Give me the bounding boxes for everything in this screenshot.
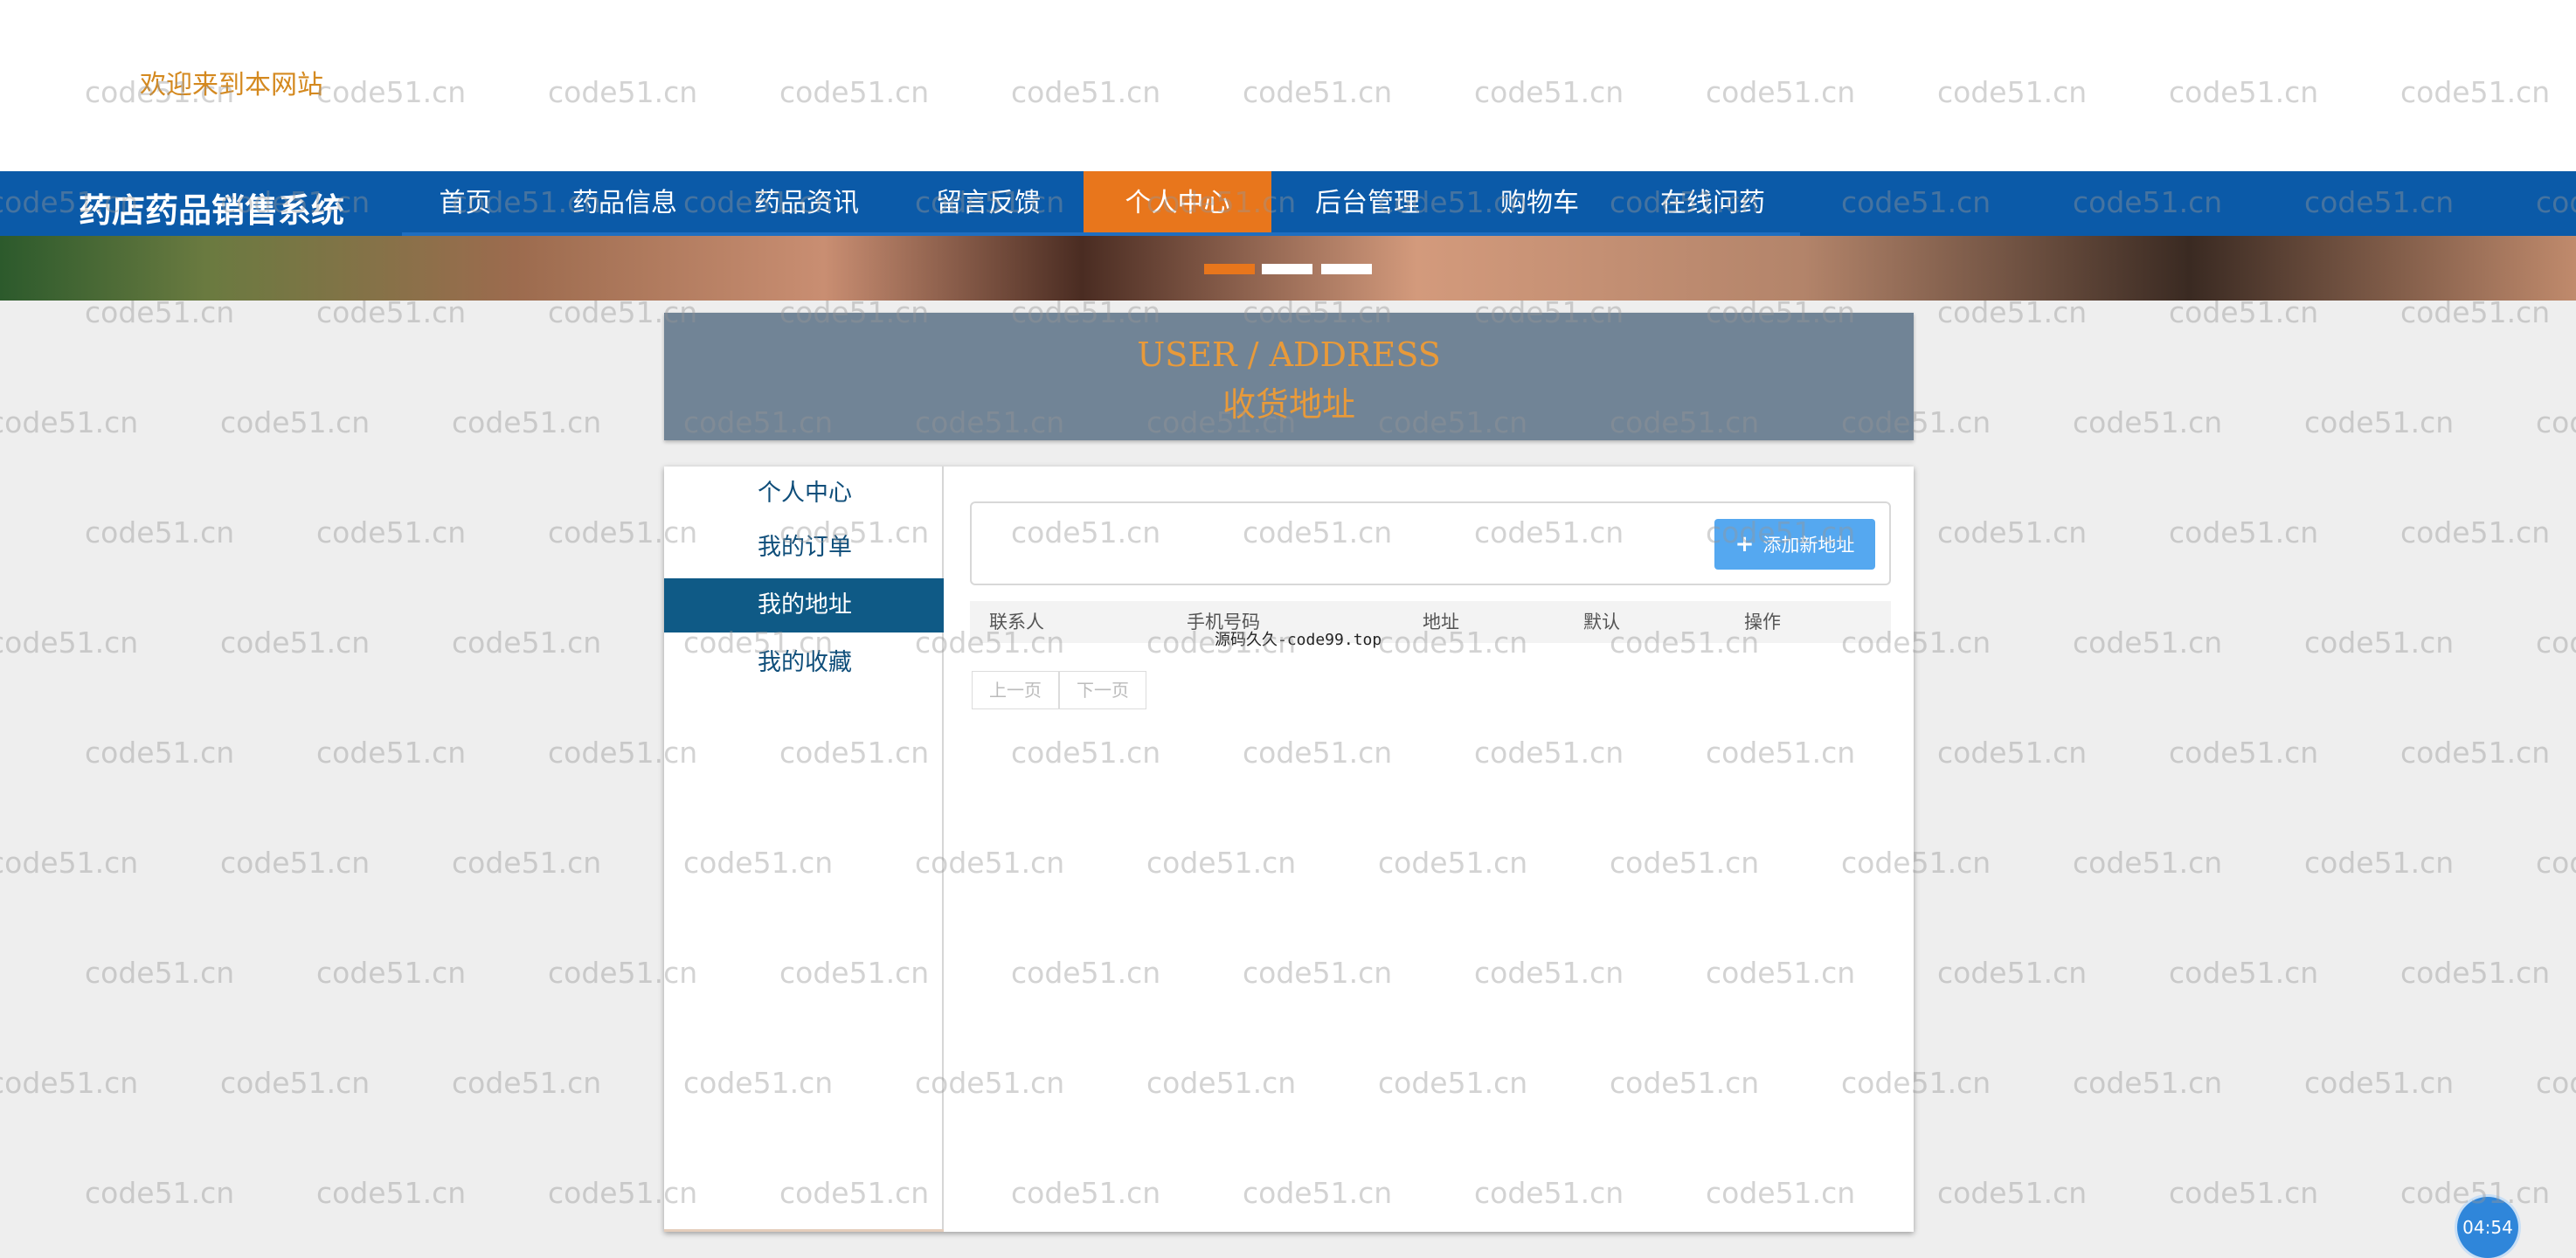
watermark-text: code51.cn: [2073, 846, 2223, 880]
watermark-text: code51.cn: [220, 626, 370, 660]
watermark-text: code51.cn: [1937, 956, 2088, 990]
user-sidebar: 个人中心 我的订单 我的地址 我的收藏: [664, 467, 944, 1232]
nav-item-admin[interactable]: 后台管理: [1285, 171, 1451, 236]
watermark-text: code51.cn: [2536, 1066, 2576, 1100]
add-address-button[interactable]: + 添加新地址: [1714, 519, 1875, 570]
col-default: 默认: [1583, 612, 1620, 632]
watermark-text: code51.cn: [1937, 515, 2088, 550]
plus-icon: +: [1735, 531, 1755, 557]
watermark-text: code51.cn: [2169, 515, 2319, 550]
watermark-text: code51.cn: [2169, 956, 2319, 990]
watermark-text: code51.cn: [85, 515, 235, 550]
top-header: 欢迎来到本网站: [0, 0, 2576, 171]
watermark-text: code51.cn: [452, 626, 602, 660]
sidebar-item-my-favorites[interactable]: 我的收藏: [664, 636, 944, 690]
watermark-text: code51.cn: [85, 956, 235, 990]
page-title-cn: 收货地址: [1222, 385, 1355, 424]
watermark-text: code51.cn: [85, 736, 235, 770]
sidebar-item-my-orders[interactable]: 我的订单: [664, 521, 944, 575]
timer-badge: 04:54: [2457, 1197, 2518, 1258]
watermark-text: code51.cn: [2304, 1066, 2455, 1100]
watermark-text: code51.cn: [1937, 1176, 2088, 1210]
col-actions: 操作: [1744, 612, 1781, 632]
watermark-text: code51.cn: [316, 515, 467, 550]
sidebar-bottom-border: [664, 1229, 944, 1232]
site-brand[interactable]: 药店药品销售系统: [79, 183, 344, 232]
sidebar-item-my-address[interactable]: 我的地址: [664, 578, 944, 632]
next-page-button[interactable]: 下一页: [1059, 671, 1146, 709]
nav-item-cart[interactable]: 购物车: [1461, 171, 1618, 236]
watermark-text: code51.cn: [1937, 736, 2088, 770]
watermark-text: code51.cn: [2400, 956, 2551, 990]
watermark-text: code51.cn: [220, 1066, 370, 1100]
col-contact: 联系人: [989, 612, 1044, 632]
carousel-dot-2[interactable]: [1262, 264, 1312, 274]
add-address-label: 添加新地址: [1762, 535, 1855, 556]
watermark-text: code51.cn: [0, 405, 139, 439]
watermark-text: code51.cn: [2073, 405, 2223, 439]
welcome-text: 欢迎来到本网站: [140, 70, 323, 100]
prev-page-button[interactable]: 上一页: [972, 671, 1059, 709]
watermark-text: code51.cn: [220, 405, 370, 439]
page-title-en: USER / ADDRESS: [1137, 335, 1441, 374]
address-table-header: 联系人 手机号码 地址 默认 操作: [970, 601, 1891, 643]
watermark-text: code51.cn: [452, 1066, 602, 1100]
watermark-text: code51.cn: [452, 846, 602, 880]
carousel-dot-3[interactable]: [1321, 264, 1372, 274]
watermark-text: code51.cn: [2400, 515, 2551, 550]
address-toolbar: + 添加新地址: [970, 501, 1891, 585]
watermark-text: code51.cn: [2073, 626, 2223, 660]
carousel-dot-1[interactable]: [1204, 264, 1255, 274]
watermark-text: code51.cn: [2304, 405, 2455, 439]
watermark-text: code51.cn: [316, 1176, 467, 1210]
banner-image: [0, 236, 2576, 301]
watermark-text: code51.cn: [0, 1066, 139, 1100]
promo-text: 源码久久-code99.top: [1215, 631, 1382, 649]
watermark-text: code51.cn: [2304, 626, 2455, 660]
watermark-text: code51.cn: [452, 405, 602, 439]
main-navbar: 药店药品销售系统 首页 药品信息 药品资讯 留言反馈 个人中心 后台管理 购物车…: [0, 171, 2576, 236]
col-address: 地址: [1423, 612, 1459, 632]
watermark-text: code51.cn: [0, 846, 139, 880]
watermark-text: code51.cn: [85, 1176, 235, 1210]
nav-item-home[interactable]: 首页: [402, 171, 529, 236]
watermark-text: code51.cn: [0, 626, 139, 660]
nav-item-drug-news[interactable]: 药品资讯: [724, 171, 890, 236]
watermark-text: code51.cn: [316, 736, 467, 770]
watermark-text: code51.cn: [2169, 1176, 2319, 1210]
nav-item-online-consult[interactable]: 在线问药: [1625, 171, 1800, 236]
watermark-text: code51.cn: [2073, 1066, 2223, 1100]
nav-item-feedback[interactable]: 留言反馈: [905, 171, 1071, 236]
watermark-text: code51.cn: [2536, 405, 2576, 439]
nav-item-drug-info[interactable]: 药品信息: [542, 171, 708, 236]
watermark-text: code51.cn: [220, 846, 370, 880]
watermark-text: code51.cn: [2536, 626, 2576, 660]
watermark-text: code51.cn: [2400, 736, 2551, 770]
page-title-box: USER / ADDRESS 收货地址: [664, 313, 1914, 440]
address-main: + 添加新地址 联系人 手机号码 地址 默认 操作 上一页 下一页: [945, 467, 1914, 1232]
nav-item-user-center[interactable]: 个人中心: [1084, 171, 1271, 236]
sidebar-item-user-center[interactable]: 个人中心: [664, 467, 944, 521]
watermark-text: code51.cn: [2169, 736, 2319, 770]
watermark-text: code51.cn: [2304, 846, 2455, 880]
watermark-text: code51.cn: [316, 956, 467, 990]
watermark-text: code51.cn: [2536, 846, 2576, 880]
content-panel: 个人中心 我的订单 我的地址 我的收藏 + 添加新地址 联系人 手机号码 地址 默…: [664, 467, 1914, 1232]
